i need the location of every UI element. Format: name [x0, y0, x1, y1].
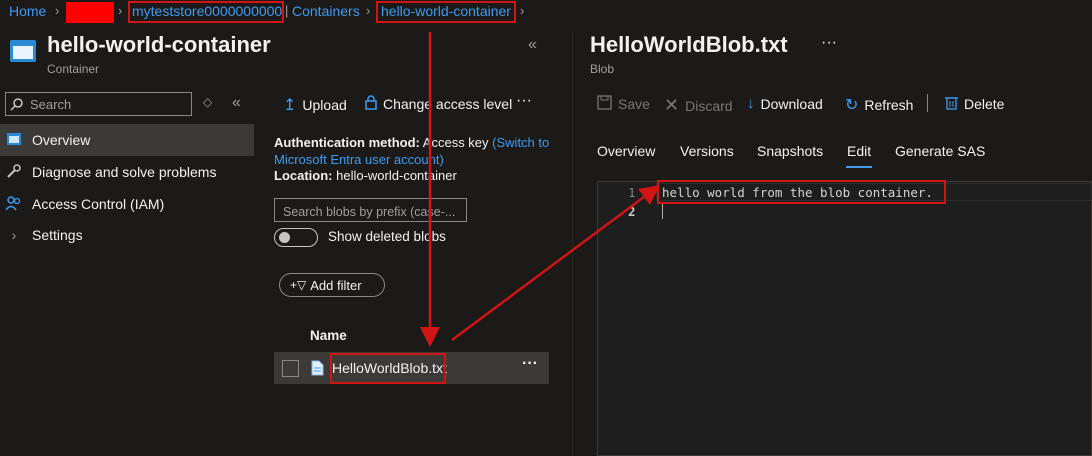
annotation-arrow-to-editor: [451, 185, 661, 342]
annotation-arrows: [420, 32, 661, 347]
